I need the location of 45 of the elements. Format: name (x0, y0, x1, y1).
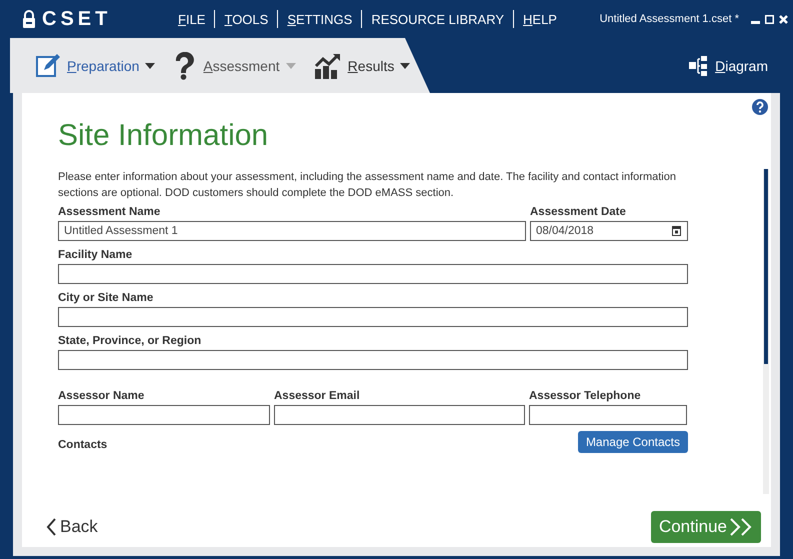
input-field[interactable] (274, 405, 525, 425)
scrollbar[interactable] (763, 169, 769, 494)
field-label: Assessor Telephone (529, 390, 642, 402)
input-field[interactable]: 08/04/2018 (530, 221, 688, 241)
input-field[interactable] (58, 405, 270, 425)
caret-icon (145, 62, 156, 68)
menu-item[interactable]: SETTINGS (278, 12, 362, 26)
field-label: Assessment Date (530, 206, 627, 218)
field-label: Assessor Email (274, 390, 361, 402)
diagram-button[interactable]: Diagram (689, 56, 768, 76)
field-label: Assessor Name (58, 390, 146, 402)
menu-item[interactable]: HELP (514, 12, 566, 26)
field-label: City or Site Name (58, 292, 154, 304)
intro-text: Please enter information about your assessment, including the assessment name and date. The facility and contact information sections are optional. DOD customers should complete the DOD eMASS section. (58, 170, 677, 201)
input-field[interactable] (58, 350, 688, 370)
input-field[interactable] (58, 307, 688, 327)
page-title: Site Information (58, 119, 270, 153)
input-field[interactable]: Untitled Assessment 1 (58, 221, 526, 241)
continue-button[interactable]: Continue (650, 511, 761, 543)
menu-item[interactable]: FILE (169, 12, 214, 26)
chart-icon (314, 52, 342, 78)
manage-contacts-button[interactable]: Manage Contacts (578, 431, 688, 453)
lock-icon (22, 10, 36, 28)
back-button[interactable]: Back (46, 517, 98, 537)
caret-icon (400, 62, 410, 68)
help-icon[interactable] (752, 99, 768, 115)
nav-tab[interactable]: Results (314, 52, 410, 78)
caret-icon (286, 62, 296, 68)
field-label: State, Province, or Region (58, 335, 202, 347)
input-field[interactable] (529, 405, 687, 425)
menu-item[interactable]: RESOURCE LIBRARY (362, 12, 514, 26)
field-label: Assessment Name (58, 206, 162, 218)
nav-tab[interactable]: Preparation (35, 52, 156, 78)
input-field[interactable] (58, 264, 688, 284)
diagram-icon (689, 56, 710, 76)
edit-icon (35, 52, 61, 78)
field-label: Facility Name (58, 249, 134, 261)
document-title: Untitled Assessment 1.cset * (600, 13, 739, 25)
maximize-icon[interactable] (765, 14, 774, 24)
chevron-left-icon (46, 518, 56, 536)
calendar-icon[interactable] (672, 226, 681, 236)
app-logo: CSET (22, 8, 147, 30)
close-icon[interactable] (779, 14, 788, 24)
menu-item[interactable]: TOOLS (215, 12, 278, 26)
contacts-label: Contacts (58, 439, 108, 451)
